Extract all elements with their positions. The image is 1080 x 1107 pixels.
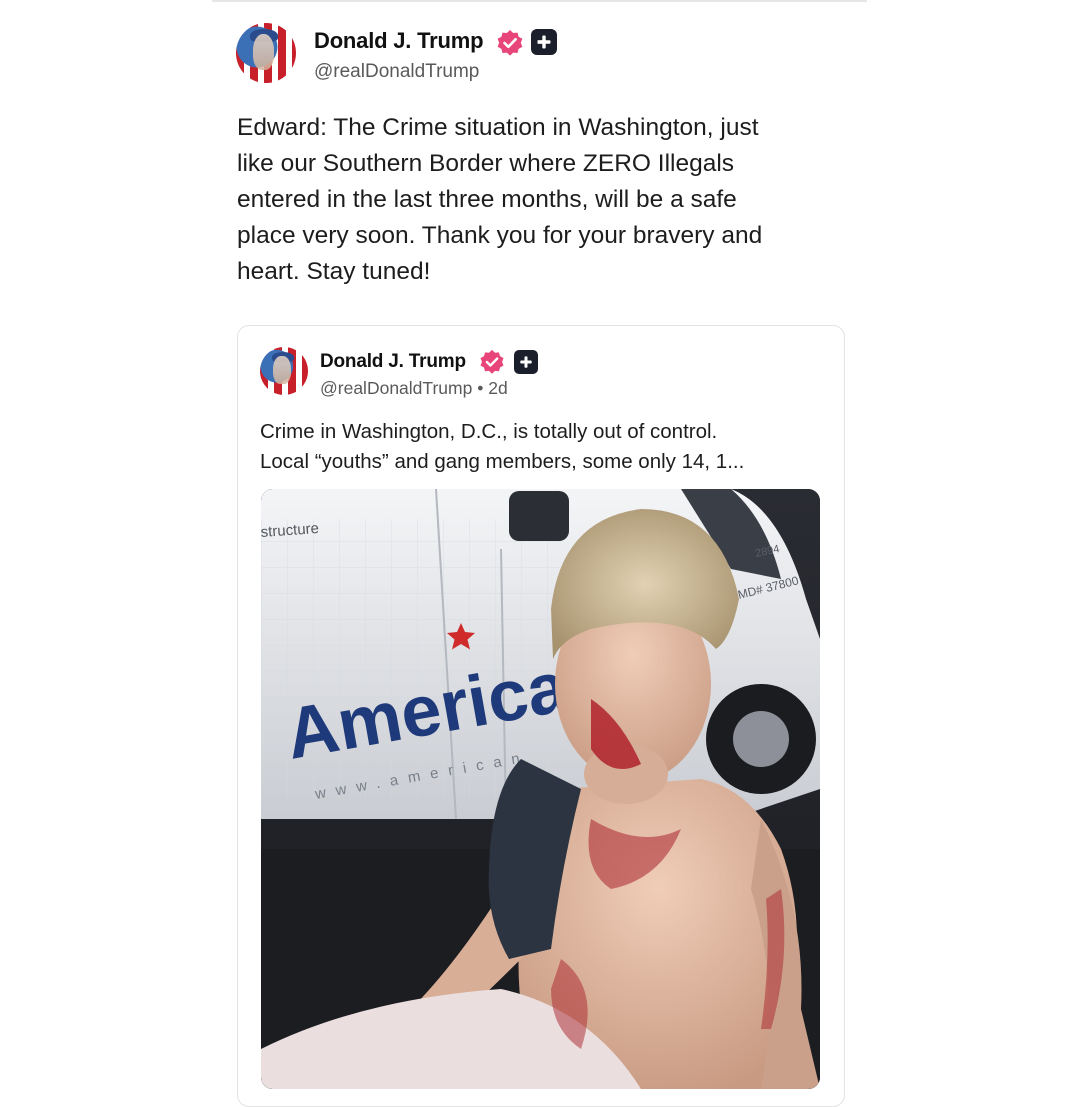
post-body: Edward: The Crime situation in Washingto… xyxy=(237,114,763,285)
post-photo[interactable]: structure American www.american 2894 MD#… xyxy=(261,489,820,1089)
author-name[interactable]: Donald J. Trump xyxy=(314,28,484,54)
verified-badge-icon xyxy=(480,349,504,374)
top-divider xyxy=(212,0,867,2)
quoted-author-name[interactable]: Donald J. Trump xyxy=(320,351,466,373)
meta-separator: • xyxy=(477,378,484,398)
quoted-post-body: Crime in Washington, D.C., is totally ou… xyxy=(260,420,745,473)
quoted-author-avatar[interactable] xyxy=(260,347,308,395)
author-avatar[interactable] xyxy=(236,23,296,83)
plus-icon xyxy=(514,350,538,374)
quoted-author-meta: @realDonaldTrump • 2d xyxy=(320,378,508,399)
verified-badge-icon xyxy=(497,30,523,56)
avatar-face xyxy=(252,33,275,70)
quoted-post-time[interactable]: 2d xyxy=(488,378,507,398)
quoted-author-handle[interactable]: @realDonaldTrump xyxy=(320,378,472,398)
plus-icon xyxy=(531,29,557,55)
van-window xyxy=(509,491,569,541)
avatar-face xyxy=(273,355,291,385)
van-hubcap xyxy=(733,711,789,767)
author-handle[interactable]: @realDonaldTrump xyxy=(314,61,479,83)
